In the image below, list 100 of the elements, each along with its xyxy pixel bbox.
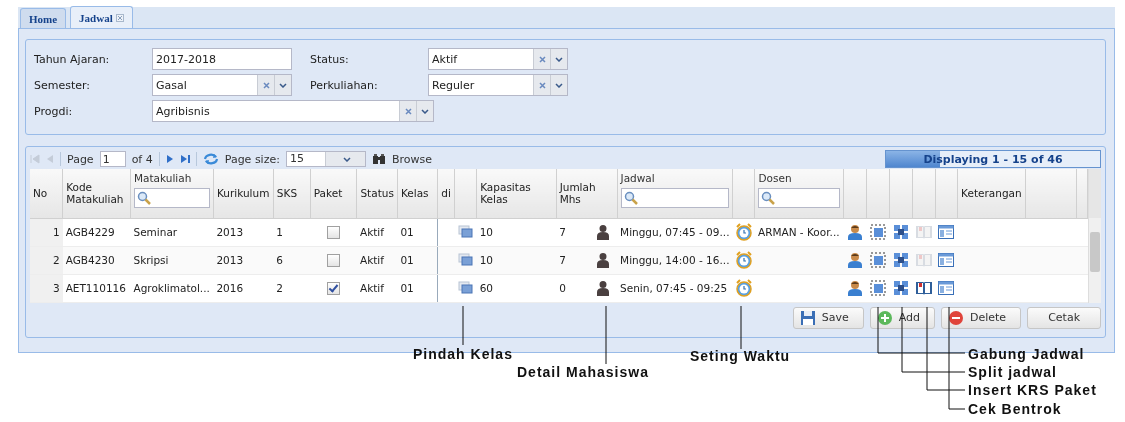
table-cell: AGB4230 <box>62 246 131 274</box>
table-cell: 10 <box>476 218 557 246</box>
table-cell: 1 <box>273 218 311 246</box>
table-icon[interactable] <box>938 281 955 295</box>
page-size-combo[interactable]: 15 <box>285 151 366 167</box>
minus-circle-icon <box>947 309 964 326</box>
refresh-icon[interactable] <box>202 152 219 166</box>
annotation-label: Seting Waktu <box>690 348 791 364</box>
page-size-label: Page size: <box>224 152 280 166</box>
clear-icon[interactable] <box>262 81 270 89</box>
page-label: Page <box>67 152 94 166</box>
table-cell: Seminar <box>130 218 214 246</box>
page-field[interactable]: 1 <box>99 151 126 167</box>
row-number: 2 <box>30 246 63 274</box>
tab[interactable]: Home <box>20 8 67 28</box>
table-cell: Minggu, 07:45 - 09... <box>617 218 733 246</box>
clear-icon[interactable] <box>538 81 546 89</box>
next-page-icon[interactable] <box>165 154 174 164</box>
combo-box[interactable]: Agribisnis <box>152 100 434 122</box>
annotation-label: Cek Bentrok <box>968 401 1062 417</box>
last-page-icon[interactable] <box>179 154 190 164</box>
table-cell: AET110116 <box>62 274 131 302</box>
person-icon[interactable] <box>847 224 864 240</box>
combo-box[interactable]: Gasal <box>152 74 292 96</box>
table-cell: 10 <box>476 246 557 274</box>
table-cell: 6 <box>273 246 311 274</box>
filter-field[interactable] <box>758 188 841 208</box>
overlapping-squares-icon[interactable] <box>457 225 474 239</box>
table-cell: AGB4229 <box>62 218 131 246</box>
field-label: Status: <box>310 52 350 66</box>
search-icon <box>761 191 776 205</box>
filter-field[interactable] <box>133 188 210 208</box>
book-icon[interactable] <box>915 280 934 296</box>
combo-box[interactable]: Aktif <box>428 48 568 70</box>
leader-line <box>462 305 464 346</box>
clear-icon[interactable] <box>404 107 412 115</box>
person-icon[interactable] <box>847 252 864 268</box>
close-icon[interactable] <box>115 13 124 22</box>
table-icon[interactable] <box>938 225 955 239</box>
person-icon[interactable] <box>596 252 611 268</box>
column-header[interactable]: di <box>441 187 451 200</box>
checkbox[interactable] <box>327 253 341 267</box>
browse-button[interactable]: Browse <box>391 152 432 166</box>
table-cell: Minggu, 14:00 - 16... <box>617 246 733 274</box>
search-icon <box>136 191 151 205</box>
table-cell: 01 <box>397 246 438 274</box>
person-icon[interactable] <box>596 280 611 296</box>
overlapping-squares-icon[interactable] <box>457 253 474 267</box>
alarm-clock-icon[interactable] <box>734 251 753 269</box>
annotation-label: Gabung Jadwal <box>968 346 1085 362</box>
clear-icon[interactable] <box>538 55 546 63</box>
table-cell: Agroklimatol... <box>130 274 214 302</box>
table-cell: Senin, 07:45 - 09:25 <box>617 274 733 302</box>
annotation-label: Detail Mahasiswa <box>517 364 649 380</box>
field-label: Tahun Ajaran: <box>34 52 111 66</box>
binoculars-icon <box>371 153 386 165</box>
table-cell: Skripsi <box>130 246 214 274</box>
toolbar-button[interactable]: Delete <box>940 306 1022 329</box>
tab[interactable]: Jadwal <box>70 6 133 28</box>
row-number: 1 <box>30 218 63 246</box>
field-label: Progdi: <box>34 104 74 118</box>
combo-box[interactable]: Reguler <box>428 74 568 96</box>
field-label: Semester: <box>34 78 92 92</box>
table-cell: 01 <box>397 218 438 246</box>
table-cell: 01 <box>397 274 438 302</box>
scattered-squares-icon[interactable] <box>892 251 911 269</box>
plus-circle-icon <box>876 309 893 326</box>
search-icon <box>623 191 638 205</box>
table-cell: ARMAN - Koor... <box>757 226 840 238</box>
annotation-label: Split jadwal <box>968 364 1057 380</box>
leader-line <box>605 305 607 365</box>
table-cell: 2013 <box>213 218 274 246</box>
toolbar-button[interactable]: Save <box>792 306 864 329</box>
person-icon[interactable] <box>596 224 611 240</box>
annotation-label: Pindah Kelas <box>413 346 513 362</box>
table-cell: 7 <box>559 254 566 266</box>
table-cell: 2013 <box>213 246 274 274</box>
filter-field[interactable] <box>620 188 729 208</box>
checkbox[interactable] <box>327 225 341 239</box>
table-cell: 60 <box>476 274 557 302</box>
alarm-clock-icon[interactable] <box>734 223 753 241</box>
table-cell: 0 <box>559 282 566 294</box>
annotation-label: Insert KRS Paket <box>968 382 1097 398</box>
toolbar-button[interactable]: Cetak <box>1027 306 1101 329</box>
scrollbar[interactable] <box>1088 169 1101 303</box>
field-label: Perkuliahan: <box>310 78 379 92</box>
table-cell: Aktif <box>356 218 398 246</box>
checkbox[interactable] <box>327 281 341 295</box>
alarm-clock-icon[interactable] <box>734 279 753 297</box>
overlapping-squares-icon[interactable] <box>457 281 474 295</box>
scattered-squares-icon[interactable] <box>892 279 911 297</box>
table-cell: 2016 <box>213 274 274 302</box>
table-cell: 2 <box>273 274 311 302</box>
input-field[interactable]: 2017-2018 <box>152 48 292 70</box>
table-cell: 7 <box>559 226 566 238</box>
person-icon[interactable] <box>847 280 864 296</box>
scattered-squares-icon[interactable] <box>892 223 911 241</box>
leader-line <box>740 305 742 350</box>
table-cell: Aktif <box>356 274 398 302</box>
table-icon[interactable] <box>938 253 955 267</box>
